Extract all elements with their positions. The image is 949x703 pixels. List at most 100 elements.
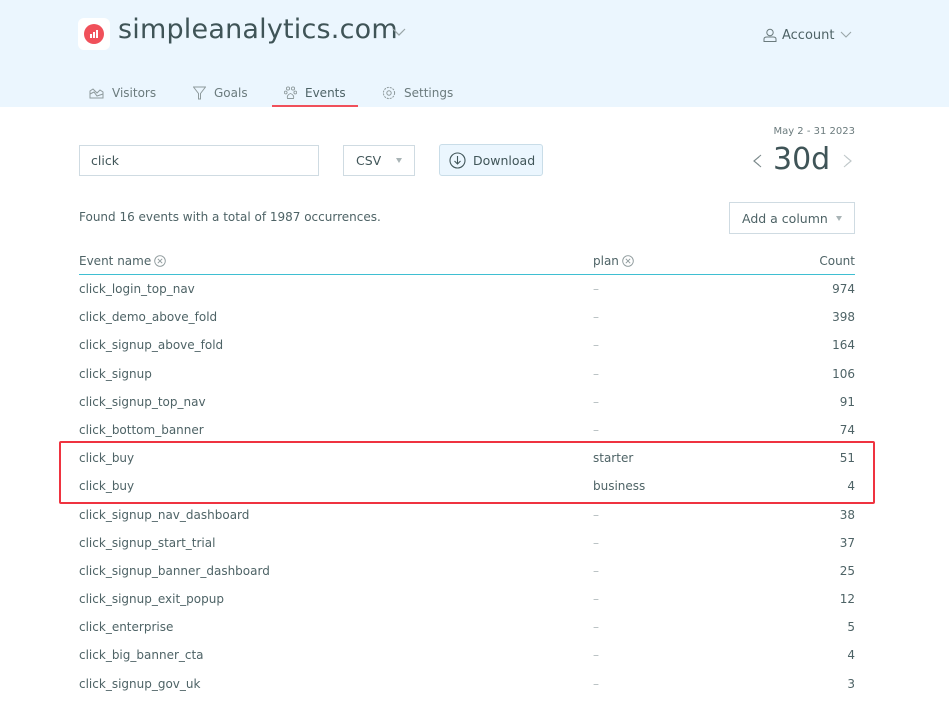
plan-cell: – [593, 422, 599, 437]
tab-label: Events [305, 85, 346, 100]
tab-visitors[interactable]: Visitors [89, 78, 156, 107]
funnel-icon [193, 86, 206, 99]
event-name-cell: click_signup [79, 366, 152, 381]
table-body: click_login_top_nav – 974 click_demo_above_… [79, 275, 855, 698]
event-name-cell: click_signup_exit_popup [79, 592, 224, 607]
period-label[interactable]: 30d [773, 142, 830, 177]
tab-events[interactable]: Events [272, 78, 358, 107]
count-cell: 91 [839, 394, 855, 409]
count-cell: 3 [847, 676, 855, 691]
tab-settings[interactable]: Settings [382, 78, 453, 107]
table-row[interactable]: click_buy business 4 [79, 472, 855, 500]
add-column-label: Add a column [742, 210, 828, 226]
event-name-cell: click_enterprise [79, 620, 174, 635]
paw-icon [284, 85, 297, 99]
table-header: Event name plan Count [79, 250, 855, 275]
plan-cell: – [593, 592, 599, 607]
active-tab-indicator [272, 105, 358, 107]
plan-cell: starter [593, 451, 634, 466]
event-name-cell: click_signup_banner_dashboard [79, 563, 270, 578]
logo[interactable] [78, 18, 110, 50]
table-row[interactable]: click_signup_nav_dashboard – 38 [79, 501, 855, 529]
count-cell: 38 [839, 507, 855, 522]
event-name-cell: click_signup_top_nav [79, 394, 206, 409]
plan-cell: – [593, 563, 599, 578]
download-icon [449, 151, 466, 169]
count-cell: 12 [839, 592, 855, 607]
table-row[interactable]: click_signup_gov_uk – 3 [79, 670, 855, 698]
caret-down-icon [396, 158, 402, 163]
download-label: Download [473, 152, 536, 168]
remove-column-icon[interactable] [622, 255, 634, 267]
next-period-icon[interactable] [842, 154, 854, 168]
table-row[interactable]: click_signup_top_nav – 91 [79, 388, 855, 416]
event-name-cell: click_bottom_banner [79, 422, 204, 437]
count-cell: 51 [839, 451, 855, 466]
events-table: Event name plan Count click_login_top_na… [79, 250, 855, 698]
format-select[interactable]: CSV [343, 145, 415, 176]
site-name[interactable]: simpleanalytics.com [118, 14, 398, 45]
plan-cell: – [593, 648, 599, 663]
account-menu[interactable]: Account [763, 26, 852, 44]
table-row[interactable]: click_signup – 106 [79, 360, 855, 388]
table-row[interactable]: click_bottom_banner – 74 [79, 416, 855, 444]
table-row[interactable]: click_buy starter 51 [79, 444, 855, 472]
event-search-input[interactable] [79, 145, 319, 176]
count-cell: 5 [847, 620, 855, 635]
previous-period-icon[interactable] [751, 154, 763, 168]
event-name-cell: click_buy [79, 479, 135, 494]
table-row[interactable]: click_enterprise – 5 [79, 613, 855, 641]
count-cell: 74 [839, 422, 855, 437]
count-cell: 164 [832, 338, 855, 353]
tab-label: Goals [214, 85, 248, 100]
plan-cell: – [593, 535, 599, 550]
plan-cell: – [593, 310, 599, 325]
column-header-plan: plan [593, 254, 634, 268]
plan-cell: business [593, 479, 646, 494]
results-summary: Found 16 events with a total of 1987 occ… [79, 210, 381, 224]
plan-cell: – [593, 338, 599, 353]
caret-down-icon [836, 216, 842, 221]
table-row[interactable]: click_signup_banner_dashboard – 25 [79, 557, 855, 585]
table-row[interactable]: click_signup_exit_popup – 12 [79, 585, 855, 613]
bar-chart-icon [84, 24, 104, 44]
visitors-chart-icon [89, 87, 104, 98]
column-label: Count [819, 254, 855, 268]
app-header: simpleanalytics.com Account Visitors Goa… [0, 0, 949, 107]
plan-cell: – [593, 282, 599, 296]
event-name-cell: click_buy [79, 451, 135, 466]
user-icon [763, 28, 777, 42]
table-row[interactable]: click_big_banner_cta – 4 [79, 641, 855, 669]
chevron-down-icon[interactable] [392, 28, 406, 38]
table-row[interactable]: click_signup_start_trial – 37 [79, 529, 855, 557]
event-name-cell: click_signup_gov_uk [79, 676, 201, 691]
column-header-event-name: Event name [79, 254, 166, 268]
count-cell: 974 [832, 282, 855, 296]
chevron-down-icon [840, 31, 851, 38]
plan-cell: – [593, 676, 599, 691]
table-row[interactable]: click_signup_above_fold – 164 [79, 331, 855, 359]
event-name-cell: click_signup_start_trial [79, 535, 216, 550]
table-row[interactable]: click_login_top_nav – 974 [79, 275, 855, 303]
event-name-cell: click_login_top_nav [79, 282, 195, 296]
format-selected-value: CSV [356, 153, 382, 168]
count-cell: 398 [832, 310, 855, 325]
tab-label: Visitors [112, 85, 157, 100]
download-button[interactable]: Download [439, 144, 543, 176]
plan-cell: – [593, 620, 599, 635]
event-name-cell: click_demo_above_fold [79, 310, 218, 325]
period-selector: 30d [751, 142, 855, 180]
count-cell: 4 [847, 648, 855, 663]
gear-icon [382, 86, 396, 99]
count-cell: 25 [839, 563, 855, 578]
table-row[interactable]: click_demo_above_fold – 398 [79, 303, 855, 331]
column-label: Event name [79, 254, 152, 268]
remove-column-icon[interactable] [154, 255, 166, 267]
tab-goals[interactable]: Goals [193, 78, 248, 107]
event-name-cell: click_signup_above_fold [79, 338, 224, 353]
event-name-cell: click_signup_nav_dashboard [79, 507, 250, 522]
date-range: May 2 - 31 2023 [773, 126, 855, 137]
event-name-cell: click_big_banner_cta [79, 648, 204, 663]
count-cell: 106 [832, 366, 855, 381]
add-column-select[interactable]: Add a column [729, 202, 855, 234]
